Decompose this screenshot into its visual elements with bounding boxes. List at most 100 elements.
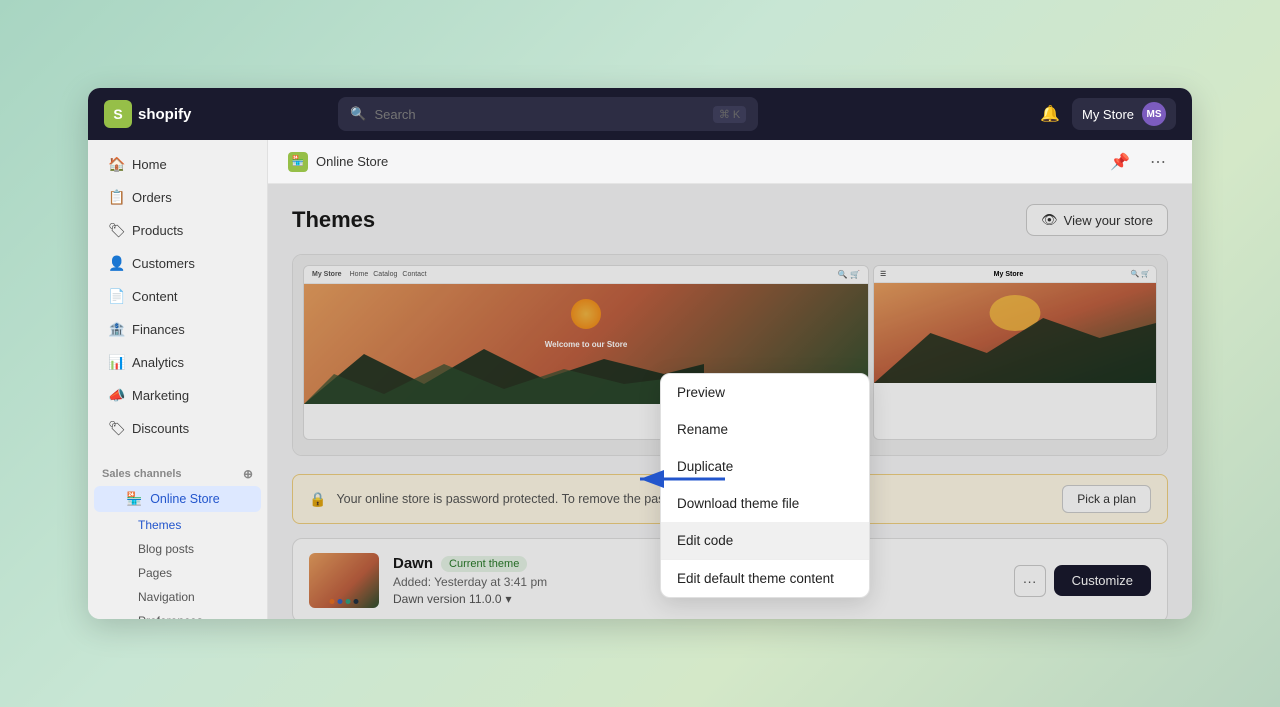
expand-icon[interactable]: ⊕ bbox=[243, 467, 253, 481]
orders-icon: 📋 bbox=[108, 189, 124, 206]
body: 🏠 Home 📋 Orders 🏷 Products 👤 Customers 📄… bbox=[88, 140, 1192, 619]
dot-orange bbox=[330, 599, 335, 604]
view-store-button[interactable]: 👁 View your store bbox=[1026, 204, 1168, 236]
pin-icon-button[interactable]: 📌 bbox=[1106, 148, 1134, 176]
mobile-hero bbox=[874, 283, 1156, 383]
dawn-actions: ··· Customize bbox=[1014, 565, 1151, 597]
customers-icon: 👤 bbox=[108, 255, 124, 272]
online-store-icon: 🏪 bbox=[126, 491, 142, 507]
dot-teal bbox=[346, 599, 351, 604]
search-input[interactable] bbox=[374, 107, 704, 122]
theme-color-dots bbox=[330, 599, 359, 604]
marketing-icon: 📣 bbox=[108, 387, 124, 404]
discounts-icon: 🏷 bbox=[108, 420, 124, 437]
navigation-label: Navigation bbox=[138, 590, 195, 604]
mobile-preview: ☰ My Store 🔍 🛒 bbox=[873, 265, 1157, 440]
avatar: MS bbox=[1142, 102, 1166, 126]
sidebar-item-preferences[interactable]: Preferences bbox=[94, 610, 261, 619]
sub-topbar: 🏪 Online Store 📌 ⋯ bbox=[268, 140, 1192, 184]
sidebar-item-navigation[interactable]: Navigation bbox=[94, 586, 261, 608]
mobile-hero-bg bbox=[874, 283, 1156, 383]
preview-label: Preview bbox=[677, 385, 725, 400]
dropdown-item-rename[interactable]: Rename bbox=[661, 411, 869, 448]
sidebar-item-label: Analytics bbox=[132, 355, 184, 370]
sidebar-item-label: Content bbox=[132, 289, 178, 304]
sidebar-item-analytics[interactable]: 📊 Analytics bbox=[94, 347, 261, 378]
hero-sun bbox=[571, 299, 601, 329]
topbar-right: 🔔 My Store MS bbox=[1040, 98, 1176, 130]
sidebar-item-label: Products bbox=[132, 223, 183, 238]
main-window: S shopify 🔍 ⌘ K 🔔 My Store MS 🏠 Home 📋 bbox=[88, 88, 1192, 619]
sidebar-item-label: Finances bbox=[132, 322, 185, 337]
more-options-button[interactable]: ⋯ bbox=[1144, 148, 1172, 176]
arrow-svg bbox=[630, 464, 730, 494]
rename-label: Rename bbox=[677, 422, 728, 437]
dawn-version-text: Dawn version 11.0.0 bbox=[393, 592, 502, 606]
sales-channels-section: Sales channels ⊕ bbox=[88, 457, 267, 485]
sidebar: 🏠 Home 📋 Orders 🏷 Products 👤 Customers 📄… bbox=[88, 140, 268, 619]
current-theme-badge: Current theme bbox=[441, 556, 527, 572]
sidebar-item-orders[interactable]: 📋 Orders bbox=[94, 182, 261, 213]
hero-mountains-svg bbox=[304, 344, 704, 404]
dawn-thumbnail bbox=[309, 553, 379, 608]
preview-nav-links: Home Catalog Contact bbox=[350, 271, 427, 278]
sidebar-item-customers[interactable]: 👤 Customers bbox=[94, 248, 261, 279]
sidebar-item-label: Customers bbox=[132, 256, 195, 271]
hero-text: Welcome to our Store bbox=[545, 340, 628, 349]
preview-logo: My Store bbox=[312, 271, 342, 278]
sidebar-item-pages[interactable]: Pages bbox=[94, 562, 261, 584]
chevron-down-icon: ▾ bbox=[506, 592, 512, 606]
desktop-nav: My Store Home Catalog Contact 🔍 🛒 bbox=[304, 266, 868, 284]
sales-channels-label: Sales channels bbox=[102, 468, 182, 480]
more-options-button[interactable]: ··· bbox=[1014, 565, 1046, 597]
home-icon: 🏠 bbox=[108, 156, 124, 173]
page-title: Themes bbox=[292, 207, 375, 233]
sidebar-item-finances[interactable]: 🏦 Finances bbox=[94, 314, 261, 345]
sidebar-item-products[interactable]: 🏷 Products bbox=[94, 215, 261, 246]
dropdown-item-edit-code[interactable]: Edit code bbox=[661, 522, 869, 559]
mobile-store-name: My Store bbox=[994, 271, 1024, 278]
sidebar-item-discounts[interactable]: 🏷 Discounts bbox=[94, 413, 261, 444]
online-store-label: Online Store bbox=[150, 492, 219, 506]
preview-nav-icons: 🔍 🛒 bbox=[838, 270, 860, 279]
edit-code-label: Edit code bbox=[677, 533, 733, 548]
sidebar-item-label: Marketing bbox=[132, 388, 189, 403]
eye-icon: 👁 bbox=[1041, 212, 1058, 228]
sidebar-item-blog-posts[interactable]: Blog posts bbox=[94, 538, 261, 560]
sidebar-item-content[interactable]: 📄 Content bbox=[94, 281, 261, 312]
search-icon: 🔍 bbox=[350, 106, 366, 122]
sidebar-item-marketing[interactable]: 📣 Marketing bbox=[94, 380, 261, 411]
logo-text: shopify bbox=[138, 106, 191, 123]
edit-default-label: Edit default theme content bbox=[677, 571, 834, 586]
sidebar-item-label: Orders bbox=[132, 190, 172, 205]
mobile-menu-icon: ☰ bbox=[880, 270, 886, 278]
shopify-logo-icon: S bbox=[104, 100, 132, 128]
store-button[interactable]: My Store MS bbox=[1072, 98, 1176, 130]
sidebar-item-home[interactable]: 🏠 Home bbox=[94, 149, 261, 180]
breadcrumb: Online Store bbox=[316, 154, 388, 169]
mobile-cart-icon: 🔍 🛒 bbox=[1131, 270, 1150, 278]
search-bar[interactable]: 🔍 ⌘ K bbox=[338, 97, 758, 131]
view-store-label: View your store bbox=[1064, 213, 1153, 228]
dot-dark bbox=[354, 599, 359, 604]
pages-label: Pages bbox=[138, 566, 172, 580]
pick-plan-button[interactable]: Pick a plan bbox=[1062, 485, 1151, 513]
preferences-label: Preferences bbox=[138, 614, 203, 619]
sub-topbar-right: 📌 ⋯ bbox=[1106, 148, 1172, 176]
sidebar-item-themes[interactable]: Themes bbox=[94, 514, 261, 536]
themes-label: Themes bbox=[138, 518, 181, 532]
products-icon: 🏷 bbox=[108, 222, 124, 239]
mobile-nav: ☰ My Store 🔍 🛒 bbox=[874, 266, 1156, 283]
dropdown-item-edit-default[interactable]: Edit default theme content bbox=[661, 560, 869, 597]
customize-button[interactable]: Customize bbox=[1054, 565, 1151, 596]
finances-icon: 🏦 bbox=[108, 321, 124, 338]
store-icon-small: 🏪 bbox=[288, 152, 308, 172]
blog-posts-label: Blog posts bbox=[138, 542, 194, 556]
content-icon: 📄 bbox=[108, 288, 124, 305]
arrow-indicator bbox=[630, 464, 730, 499]
dropdown-item-preview[interactable]: Preview bbox=[661, 374, 869, 411]
sidebar-item-label: Discounts bbox=[132, 421, 189, 436]
bell-icon[interactable]: 🔔 bbox=[1040, 104, 1060, 124]
sidebar-item-online-store[interactable]: 🏪 Online Store bbox=[94, 486, 261, 512]
logo[interactable]: S shopify bbox=[104, 100, 191, 128]
